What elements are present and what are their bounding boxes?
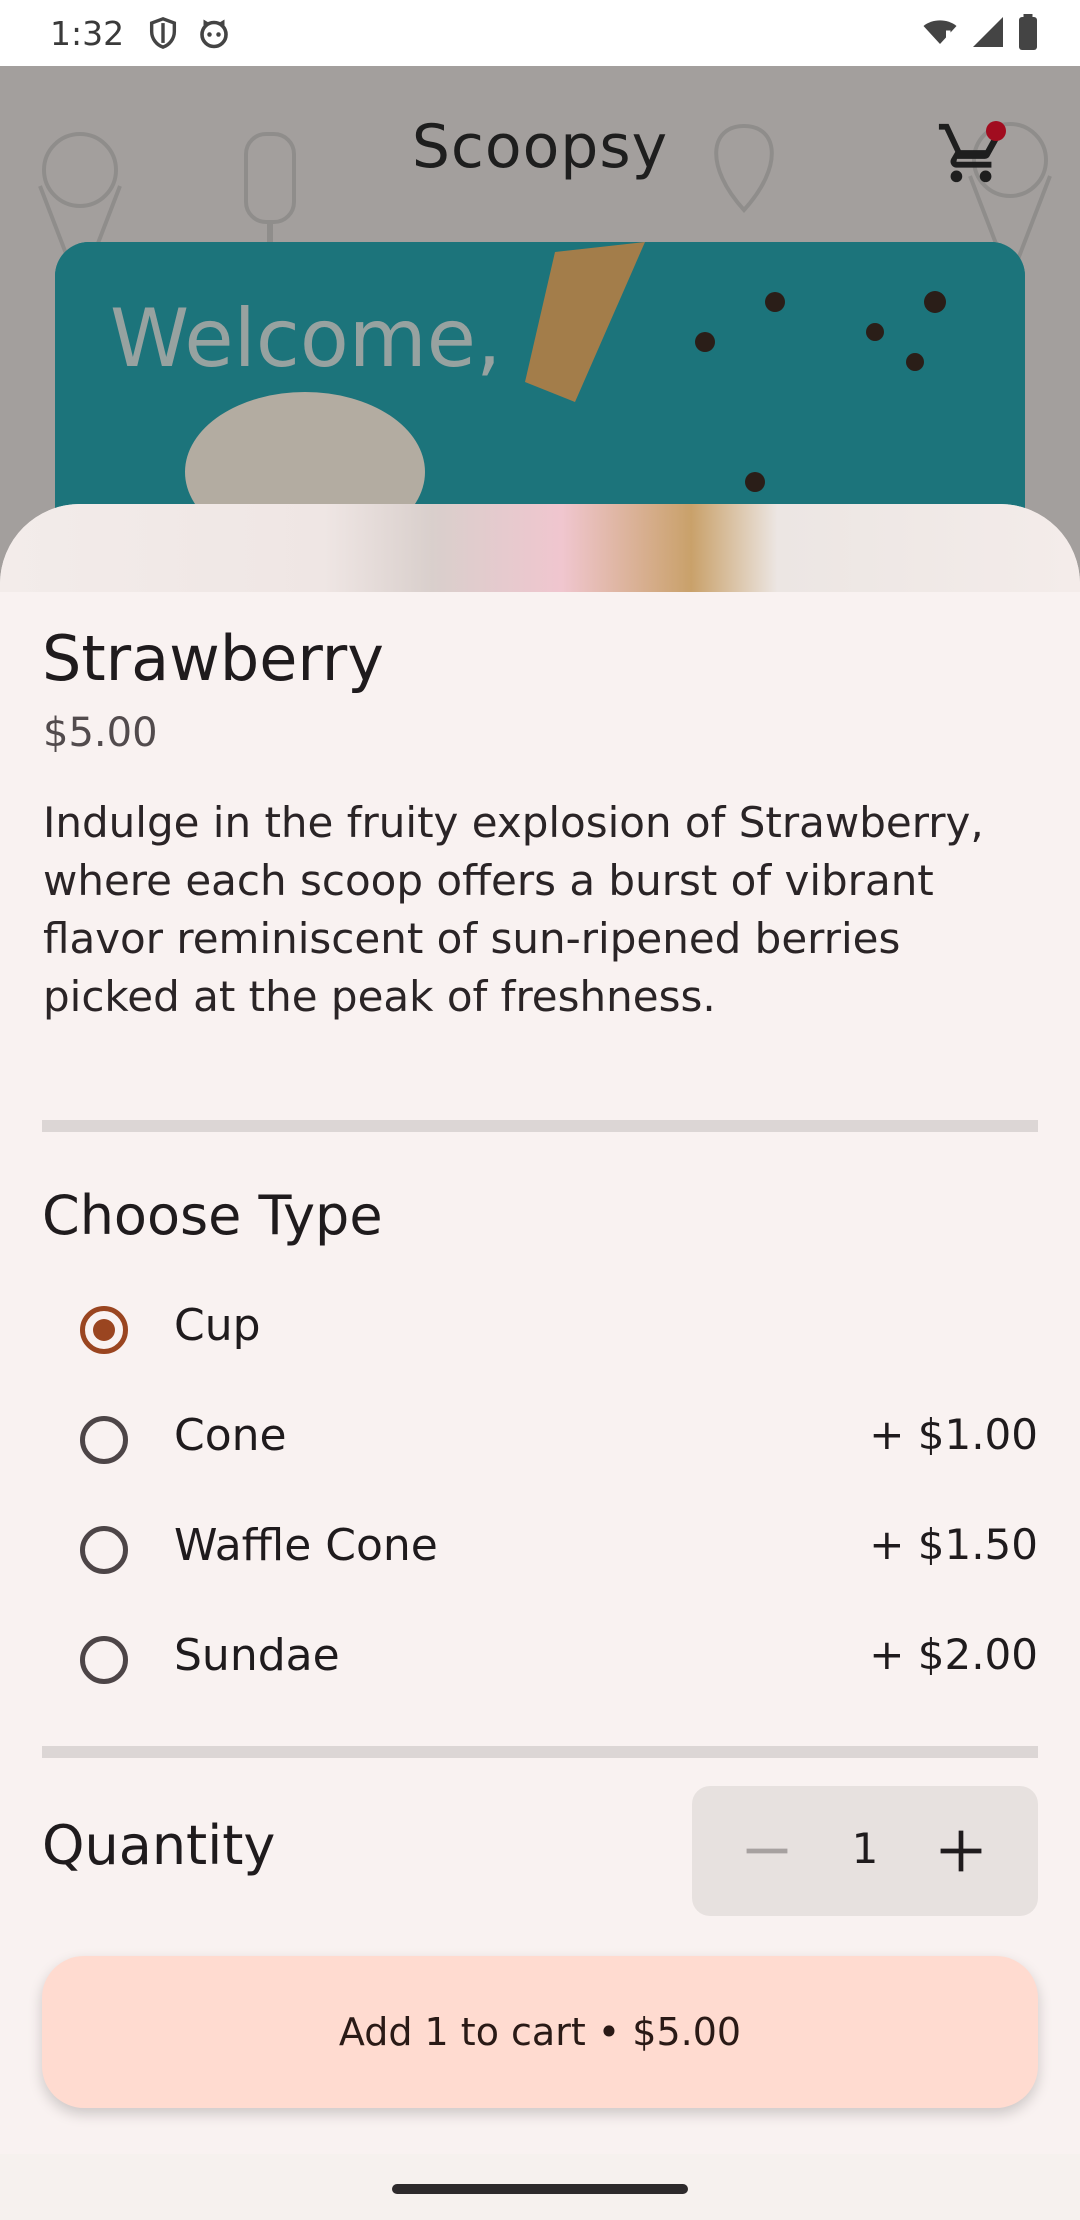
divider — [42, 1120, 1038, 1132]
product-image — [0, 504, 1080, 592]
radio-button[interactable] — [80, 1416, 128, 1464]
option-price: + $1.00 — [869, 1410, 1038, 1459]
signal-icon — [973, 17, 1003, 47]
type-option-waffle-cone[interactable]: Waffle Cone + $1.50 — [0, 1504, 1080, 1604]
choose-type-title: Choose Type — [42, 1184, 383, 1247]
gesture-handle[interactable] — [392, 2184, 688, 2194]
option-label: Cone — [174, 1410, 287, 1461]
radio-button[interactable] — [80, 1636, 128, 1684]
wifi-icon — [923, 20, 957, 44]
plus-icon[interactable] — [926, 1816, 996, 1886]
battery-icon — [1019, 14, 1037, 50]
type-option-sundae[interactable]: Sundae + $2.00 — [0, 1614, 1080, 1714]
navigation-bar — [0, 2154, 1080, 2220]
status-bar: 1:32 — [0, 0, 1080, 66]
quantity-stepper: 1 — [692, 1786, 1038, 1916]
product-price: $5.00 — [43, 710, 158, 756]
status-time: 1:32 — [50, 13, 125, 53]
quantity-label: Quantity — [42, 1814, 276, 1877]
option-price: + $1.50 — [869, 1520, 1038, 1569]
shield-icon — [150, 17, 177, 49]
type-option-cup[interactable]: Cup — [0, 1284, 1080, 1384]
type-option-cone[interactable]: Cone + $1.00 — [0, 1394, 1080, 1494]
option-label: Cup — [174, 1300, 261, 1351]
product-bottom-sheet: Strawberry $5.00 Indulge in the fruity e… — [0, 504, 1080, 2154]
quantity-value: 1 — [851, 1824, 879, 1873]
option-label: Waffle Cone — [174, 1520, 438, 1571]
add-to-cart-button[interactable]: Add 1 to cart • $5.00 — [42, 1956, 1038, 2108]
divider — [42, 1746, 1038, 1758]
minus-icon[interactable] — [732, 1816, 802, 1886]
option-label: Sundae — [174, 1630, 340, 1681]
radio-button-selected[interactable] — [80, 1306, 128, 1354]
product-name: Strawberry — [42, 622, 384, 695]
product-description: Indulge in the fruity explosion of Straw… — [43, 798, 984, 1021]
cat-icon — [200, 19, 228, 49]
option-price: + $2.00 — [869, 1630, 1038, 1679]
radio-button[interactable] — [80, 1526, 128, 1574]
